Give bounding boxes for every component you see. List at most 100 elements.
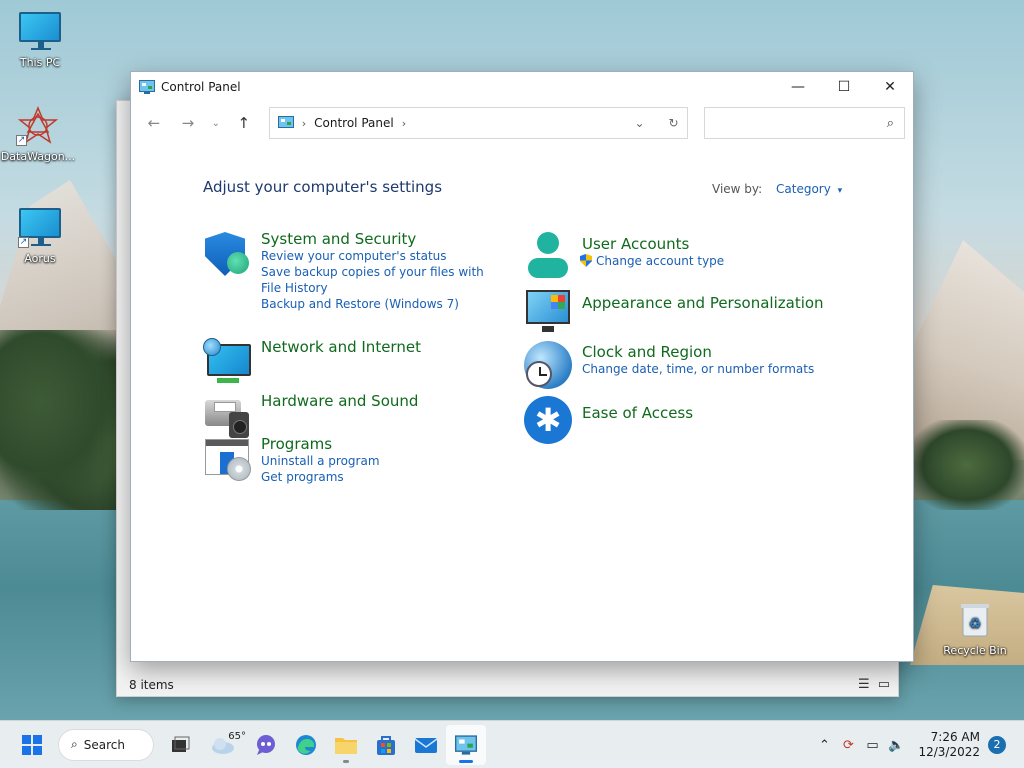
page-title: Adjust your computer's settings	[203, 178, 443, 196]
clock-icon	[526, 361, 552, 387]
store-button[interactable]	[366, 725, 406, 765]
programs-icon[interactable]	[203, 435, 251, 483]
link-backup-restore[interactable]: Backup and Restore (Windows 7)	[261, 296, 491, 312]
category-title[interactable]: Appearance and Personalization	[582, 294, 824, 312]
printer-icon[interactable]	[203, 392, 251, 440]
user-icon[interactable]	[524, 232, 572, 280]
address-bar[interactable]: › Control Panel › ⌄ ↻	[268, 107, 688, 139]
desktop-icon-label: Recycle Bin	[943, 644, 1007, 657]
shield-icon[interactable]	[203, 230, 251, 278]
disc-icon	[227, 457, 251, 481]
start-button[interactable]	[12, 725, 52, 765]
network-icon[interactable]: ▭	[860, 738, 884, 753]
show-hidden-icons-chevron-icon[interactable]: ⌃	[812, 738, 836, 753]
search-input[interactable]: ⌕	[703, 107, 906, 139]
link-change-account-type[interactable]: Change account type	[580, 253, 724, 269]
category-title[interactable]: Ease of Access	[582, 404, 693, 422]
control-panel-icon	[277, 116, 294, 128]
navigation-bar: ← → ⌄ ↑ › Control Panel › ⌄ ↻ ⌕	[131, 102, 913, 144]
address-dropdown-button[interactable]: ⌄	[634, 116, 644, 130]
link-review-status[interactable]: Review your computer's status	[261, 248, 491, 264]
category-title[interactable]: Network and Internet	[261, 338, 421, 356]
store-icon	[377, 735, 395, 755]
appearance-icon[interactable]	[524, 288, 572, 336]
title-bar[interactable]: Control Panel — ☐ ✕	[131, 72, 913, 102]
weather-temperature: 65°	[228, 730, 246, 742]
notification-badge[interactable]: 2	[988, 736, 1006, 754]
minimize-button[interactable]: —	[775, 72, 821, 102]
system-tray: ⌃ ⟳ ▭ 🔈 7:26 AM 12/3/2022 2	[812, 721, 1024, 768]
breadcrumb-control-panel[interactable]: Control Panel	[314, 116, 394, 130]
view-by-dropdown[interactable]: Category	[776, 182, 831, 196]
edge-button[interactable]	[286, 725, 326, 765]
refresh-button[interactable]: ↻	[669, 116, 679, 130]
details-view-icon[interactable]: ☰	[858, 677, 870, 692]
desktop-icon-label: DataWagon...	[0, 150, 76, 163]
control-panel-icon	[455, 734, 477, 755]
view-by: View by: Category ▾	[712, 182, 842, 196]
shortcut-arrow-icon: ↗	[16, 135, 27, 146]
uac-shield-icon	[580, 254, 592, 267]
link-get-programs[interactable]: Get programs	[261, 469, 380, 485]
window-controls: — ☐ ✕	[775, 72, 913, 102]
clock[interactable]: 7:26 AM 12/3/2022	[918, 730, 980, 760]
main-content: Adjust your computer's settings View by:…	[131, 144, 913, 661]
control-panel-taskbar-button[interactable]	[446, 724, 486, 765]
sync-icon[interactable]: ⟳	[836, 738, 860, 753]
control-panel-window[interactable]: Control Panel — ☐ ✕ ← → ⌄ ↑ › Control Pa…	[130, 71, 914, 662]
network-icon[interactable]	[203, 338, 251, 386]
clock-date: 12/3/2022	[918, 745, 980, 759]
desktop-icon-this-pc[interactable]: This PC	[2, 12, 78, 69]
category-title[interactable]: Clock and Region	[582, 343, 814, 361]
link-file-history[interactable]: Save backup copies of your files with Fi…	[261, 264, 491, 296]
link-uninstall-program[interactable]: Uninstall a program	[261, 453, 380, 469]
accessibility-glyph: ✱	[524, 396, 572, 444]
svg-text:♻: ♻	[969, 616, 982, 632]
windows-logo-icon	[22, 734, 42, 755]
clock-time: 7:26 AM	[930, 730, 980, 744]
caret-down-icon[interactable]: ▾	[838, 186, 843, 196]
category-title[interactable]: Hardware and Sound	[261, 392, 418, 410]
edge-browser-icon	[296, 734, 316, 755]
task-view-button[interactable]	[160, 725, 200, 765]
mail-icon	[414, 737, 438, 753]
category-system-security: System and Security Review your computer…	[203, 230, 491, 312]
folder-icon	[335, 737, 357, 754]
link-date-time-formats[interactable]: Change date, time, or number formats	[582, 361, 814, 377]
taskbar-search-button[interactable]: ⌕ Search	[58, 728, 154, 761]
taskbar: ⌕ Search 65° ⌃ ⟳ ▭ 🔈 7:26 AM 12/3/2022 2	[0, 720, 1024, 768]
accessibility-icon[interactable]: ✱	[524, 396, 572, 444]
tiles-view-icon[interactable]: ▭	[878, 677, 890, 692]
category-appearance: Appearance and Personalization	[524, 288, 824, 336]
chevron-right-icon[interactable]: ›	[302, 117, 306, 130]
category-title[interactable]: Programs	[261, 435, 380, 453]
search-label: Search	[83, 737, 125, 752]
maximize-button[interactable]: ☐	[821, 72, 867, 102]
datawagon-icon: ↗	[16, 106, 60, 146]
close-button[interactable]: ✕	[867, 72, 913, 102]
status-item-count: 8 items	[129, 678, 174, 692]
file-explorer-button[interactable]	[326, 725, 366, 765]
forward-button[interactable]: →	[173, 108, 203, 138]
clock-globe-icon[interactable]	[524, 341, 572, 389]
recycle-bin-icon: ♻	[953, 600, 997, 640]
category-user-accounts: User Accounts Change account type	[524, 232, 724, 280]
category-title[interactable]: System and Security	[261, 230, 491, 248]
link-label: Change account type	[596, 254, 725, 268]
chevron-right-icon[interactable]: ›	[402, 117, 406, 130]
chat-button[interactable]	[246, 725, 286, 765]
desktop-icon-aorus[interactable]: ↗ Aorus	[2, 208, 78, 265]
desktop-icon-recycle-bin[interactable]: ♻ Recycle Bin	[937, 600, 1013, 657]
back-button[interactable]: ←	[139, 108, 169, 138]
category-network-internet: Network and Internet	[203, 338, 421, 386]
view-by-label: View by:	[712, 182, 763, 196]
volume-icon[interactable]: 🔈	[884, 738, 908, 753]
category-title[interactable]: User Accounts	[582, 235, 724, 253]
recent-locations-button[interactable]: ⌄	[207, 108, 225, 138]
category-hardware-sound: Hardware and Sound	[203, 392, 418, 440]
widgets-button[interactable]: 65°	[200, 725, 246, 765]
control-panel-icon	[139, 80, 155, 94]
desktop-icon-datawagon[interactable]: ↗ DataWagon...	[0, 106, 76, 163]
up-button[interactable]: ↑	[229, 108, 259, 138]
mail-button[interactable]	[406, 725, 446, 765]
